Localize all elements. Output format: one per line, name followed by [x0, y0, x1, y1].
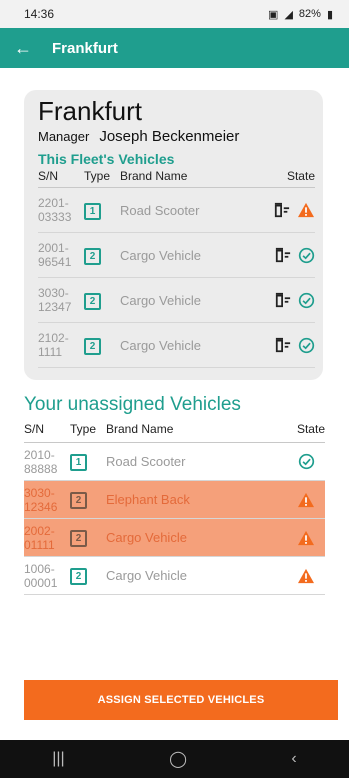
vehicle-brand: Cargo Vehicle — [120, 337, 201, 353]
app-title: Frankfurt — [52, 39, 118, 57]
vehicle-type: 2 — [70, 528, 106, 547]
ok-check-icon — [298, 292, 315, 308]
manager-row: Manager Joseph Beckenmeier — [38, 128, 315, 145]
delete-icon[interactable] — [274, 292, 292, 308]
fleet-card: Frankfurt Manager Joseph Beckenmeier Thi… — [24, 90, 323, 380]
vehicle-state — [271, 530, 325, 546]
status-icons: ▣ ◢ 82% ▮ — [268, 8, 333, 21]
delete-icon[interactable] — [274, 247, 292, 263]
vehicle-type: 2 — [84, 246, 120, 265]
vehicle-sn: 2010-88888 — [24, 447, 58, 476]
signal-icon: ◢ — [284, 8, 293, 21]
fleet-vehicles-title: This Fleet's Vehicles — [38, 151, 175, 167]
type-badge: 2 — [70, 568, 87, 585]
type-badge: 2 — [70, 492, 87, 509]
col-type: Type — [70, 422, 97, 436]
vehicle-row[interactable]: 2002-01111 2 Cargo Vehicle — [24, 519, 325, 557]
vehicle-type: 2 — [84, 336, 120, 355]
type-badge: 1 — [84, 202, 101, 220]
vehicle-row[interactable]: 3030-12347 2 Cargo Vehicle — [38, 278, 315, 323]
vehicle-sn: 1006-00001 — [24, 561, 58, 590]
vehicle-brand: Cargo Vehicle — [106, 530, 187, 545]
clock: 14:36 — [24, 7, 55, 21]
col-sn: S/N — [24, 422, 45, 436]
delete-icon[interactable] — [274, 337, 292, 353]
app-bar: ← Frankfurt — [0, 28, 349, 68]
ok-check-icon — [298, 247, 315, 263]
col-state: State — [286, 169, 315, 183]
vehicle-type: 1 — [70, 452, 106, 471]
ok-check-icon — [298, 453, 315, 470]
vehicle-row[interactable]: 2001-96541 2 Cargo Vehicle — [38, 233, 315, 278]
vehicle-state — [271, 568, 325, 584]
manager-label: Manager — [38, 129, 90, 144]
fleet-title: Frankfurt — [38, 96, 143, 126]
type-badge: 2 — [70, 530, 87, 547]
battery-icon: ▮ — [326, 8, 333, 21]
vehicle-brand: Cargo Vehicle — [120, 247, 201, 263]
vehicle-type: 1 — [84, 201, 120, 220]
type-badge: 2 — [84, 292, 101, 310]
vehicle-sn: 2201-03333 — [38, 196, 72, 224]
vehicle-type: 2 — [84, 291, 120, 310]
vehicle-type: 2 — [70, 566, 106, 585]
status-bar: 14:36 ▣ ◢ 82% ▮ — [0, 0, 349, 28]
vehicle-row[interactable]: 2010-88888 1 Road Scooter — [24, 443, 325, 481]
content: Frankfurt Manager Joseph Beckenmeier Thi… — [0, 90, 349, 595]
warning-icon — [298, 492, 314, 507]
col-sn: S/N — [38, 169, 59, 183]
vehicle-sn: 3030-12346 — [24, 485, 58, 514]
vehicle-brand: Road Scooter — [106, 454, 186, 469]
vehicle-row[interactable]: 1006-00001 2 Cargo Vehicle — [24, 557, 325, 595]
recents-icon[interactable]: ||| — [52, 750, 64, 768]
vehicle-row[interactable]: 2102-1111 2 Cargo Vehicle — [38, 323, 315, 368]
fleet-table-header: S/N Type Brand Name State — [38, 167, 315, 188]
ok-check-icon — [298, 337, 315, 353]
assign-selected-button[interactable]: ASSIGN SELECTED VEHICLES — [24, 680, 338, 720]
col-type: Type — [84, 169, 111, 183]
col-brand: Brand Name — [120, 169, 188, 183]
delete-icon[interactable] — [273, 202, 291, 218]
battery-level: 82% — [298, 8, 321, 20]
warning-icon — [298, 530, 314, 545]
vehicle-brand: Cargo Vehicle — [120, 292, 201, 308]
back-arrow-icon[interactable]: ← — [14, 38, 42, 59]
vehicle-brand: Elephant Back — [106, 492, 190, 507]
vehicle-state — [261, 337, 315, 354]
vehicle-state — [261, 202, 315, 218]
back-nav-icon[interactable]: ‹ — [291, 750, 296, 768]
type-badge: 2 — [84, 337, 101, 355]
vehicle-row[interactable]: 2201-03333 1 Road Scooter — [38, 188, 315, 233]
vehicle-state — [261, 292, 315, 309]
vehicle-sn: 2001-96541 — [38, 241, 72, 269]
type-badge: 1 — [70, 454, 87, 471]
unassigned-table-header: S/N Type Brand Name State — [24, 418, 325, 443]
fleet-vehicle-list: 2201-03333 1 Road Scooter 2001-96541 2 Cargo … — [38, 188, 315, 368]
vehicle-state — [271, 453, 325, 470]
type-badge: 2 — [84, 247, 101, 265]
unassigned-table: S/N Type Brand Name State 2010-88888 1 Roa… — [24, 418, 325, 595]
unassigned-title: Your unassigned Vehicles — [24, 394, 241, 415]
warning-icon — [298, 568, 314, 583]
manager-name: Joseph Beckenmeier — [99, 128, 240, 145]
home-icon[interactable]: ◯ — [169, 749, 187, 769]
system-nav-bar: ||| ◯ ‹ — [0, 740, 349, 778]
vehicle-sn: 2102-1111 — [38, 331, 69, 359]
vehicle-brand: Cargo Vehicle — [106, 568, 187, 583]
vehicle-sn: 2002-01111 — [24, 523, 55, 552]
vehicle-type: 2 — [70, 490, 106, 509]
col-brand: Brand Name — [106, 422, 174, 436]
warning-icon — [298, 202, 314, 218]
col-state: State — [296, 422, 325, 436]
unassigned-vehicle-list: 2010-88888 1 Road Scooter 3030-12346 2 Elepha… — [24, 443, 325, 595]
vehicle-state — [261, 247, 315, 264]
notification-icon: ▣ — [268, 8, 279, 21]
vehicle-state — [271, 492, 325, 508]
vehicle-brand: Road Scooter — [120, 202, 200, 218]
vehicle-sn: 3030-12347 — [38, 286, 72, 314]
vehicle-row[interactable]: 3030-12346 2 Elephant Back — [24, 481, 325, 519]
